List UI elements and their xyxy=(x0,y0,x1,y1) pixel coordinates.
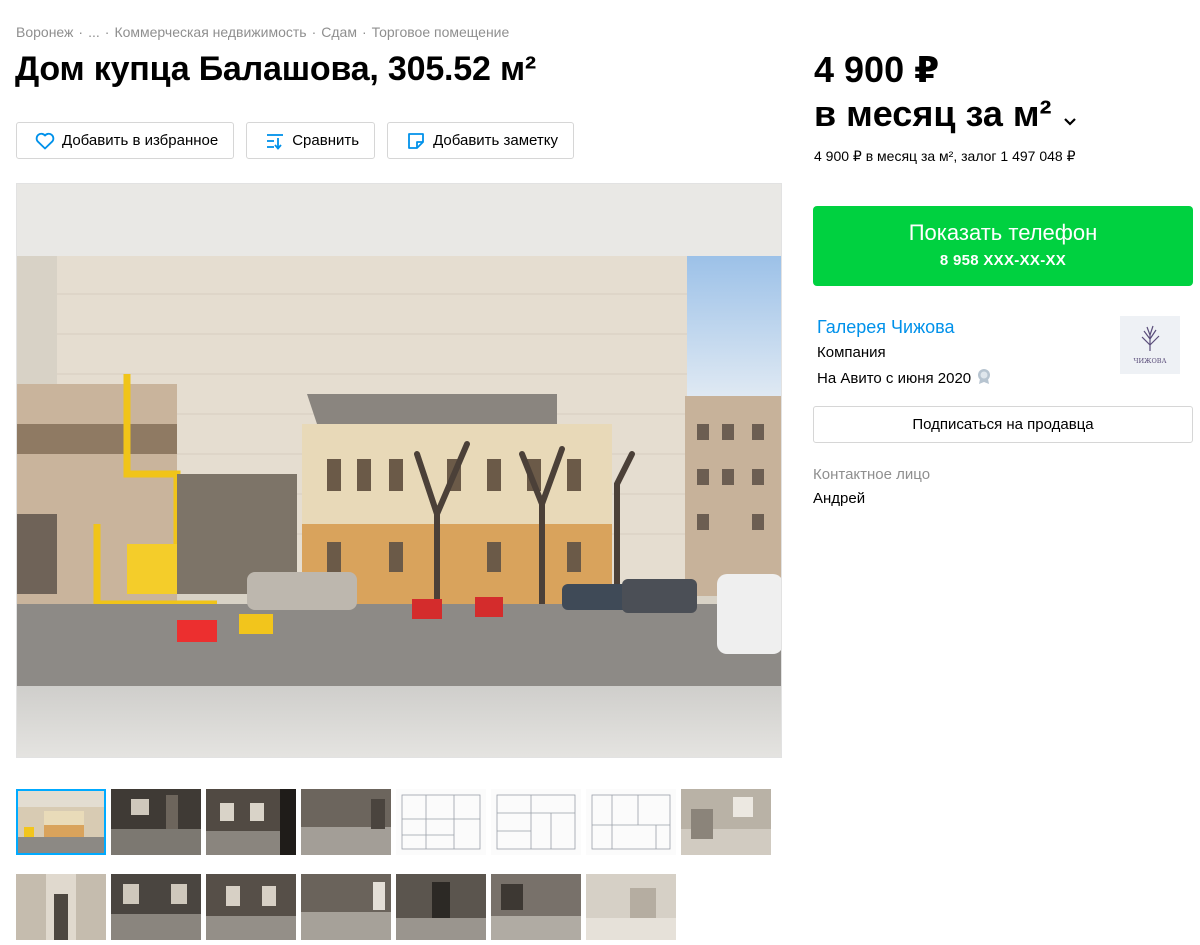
medal-icon xyxy=(975,367,993,389)
page-title: Дом купца Балашова, 305.52 м² xyxy=(15,50,537,88)
show-phone-label: Показать телефон xyxy=(908,220,1098,245)
thumbnail[interactable] xyxy=(396,874,486,940)
add-to-favorites-label: Добавить в избранное xyxy=(62,132,219,149)
thumbnail[interactable] xyxy=(16,874,106,940)
seller-logo-text: ЧИЖОВА xyxy=(1133,357,1166,365)
show-phone-button[interactable]: Показать телефон 8 958 XXX-XX-XX xyxy=(813,206,1193,286)
price-unit: в месяц за м² xyxy=(814,93,1052,134)
seller-since: На Авито с июня 2020 xyxy=(817,367,993,389)
compare-icon xyxy=(264,130,286,152)
note-icon xyxy=(405,130,427,152)
thumbnail[interactable] xyxy=(206,789,296,855)
listing-actions: Добавить в избранное Сравнить Добавить з… xyxy=(16,122,574,159)
thumbnail[interactable] xyxy=(491,789,581,855)
thumbnail[interactable] xyxy=(301,789,391,855)
seller-info: Галерея Чижова Компания На Авито с июня … xyxy=(817,317,993,389)
breadcrumb-ellipsis[interactable]: ... xyxy=(88,24,100,40)
seller-logo[interactable]: ЧИЖОВА xyxy=(1120,316,1180,374)
compare-button[interactable]: Сравнить xyxy=(246,122,376,159)
thumbnail[interactable] xyxy=(396,789,486,855)
breadcrumb-deal-type[interactable]: Сдам xyxy=(321,24,357,40)
thumbnail[interactable] xyxy=(301,874,391,940)
breadcrumb: Воронеж ·... · Коммерческая недвижимость · Сд… xyxy=(16,24,510,40)
thumbnail[interactable] xyxy=(681,789,771,855)
price-unit-selector[interactable]: в месяц за м² xyxy=(814,92,1078,138)
chevron-down-icon xyxy=(1062,94,1078,138)
thumbnail[interactable] xyxy=(586,789,676,855)
thumbnail[interactable] xyxy=(111,789,201,855)
thumbnail-selected[interactable] xyxy=(16,789,106,855)
contact-person-label: Контактное лицо xyxy=(813,466,931,483)
main-photo[interactable] xyxy=(16,183,782,758)
add-note-label: Добавить заметку xyxy=(433,132,558,149)
contact-person-name: Андрей xyxy=(813,490,866,507)
compare-label: Сравнить xyxy=(292,132,360,149)
subscribe-seller-button[interactable]: Подписаться на продавца xyxy=(813,406,1193,443)
price-details: 4 900 ₽ в месяц за м², залог 1 497 048 ₽ xyxy=(814,148,1076,164)
seller-type: Компания xyxy=(817,344,886,361)
thumbnail[interactable] xyxy=(586,874,676,940)
thumbnail[interactable] xyxy=(206,874,296,940)
thumbnail[interactable] xyxy=(491,874,581,940)
phone-number-masked: 8 958 XXX-XX-XX xyxy=(939,252,1067,269)
add-to-favorites-button[interactable]: Добавить в избранное xyxy=(16,122,235,159)
price-amount: 4 900 ₽ xyxy=(814,49,940,90)
thumbnail-strip xyxy=(16,789,786,945)
seller-name-link[interactable]: Галерея Чижова xyxy=(817,317,993,338)
breadcrumb-category[interactable]: Коммерческая недвижимость xyxy=(114,24,306,40)
breadcrumb-city[interactable]: Воронеж xyxy=(16,24,73,40)
price-block: 4 900 ₽ в месяц за м² xyxy=(814,48,1078,138)
breadcrumb-subcategory[interactable]: Торговое помещение xyxy=(372,24,510,40)
add-note-button[interactable]: Добавить заметку xyxy=(387,122,574,159)
thumbnail[interactable] xyxy=(111,874,201,940)
seller-since-text: На Авито с июня 2020 xyxy=(817,369,972,387)
heart-icon xyxy=(34,130,56,152)
